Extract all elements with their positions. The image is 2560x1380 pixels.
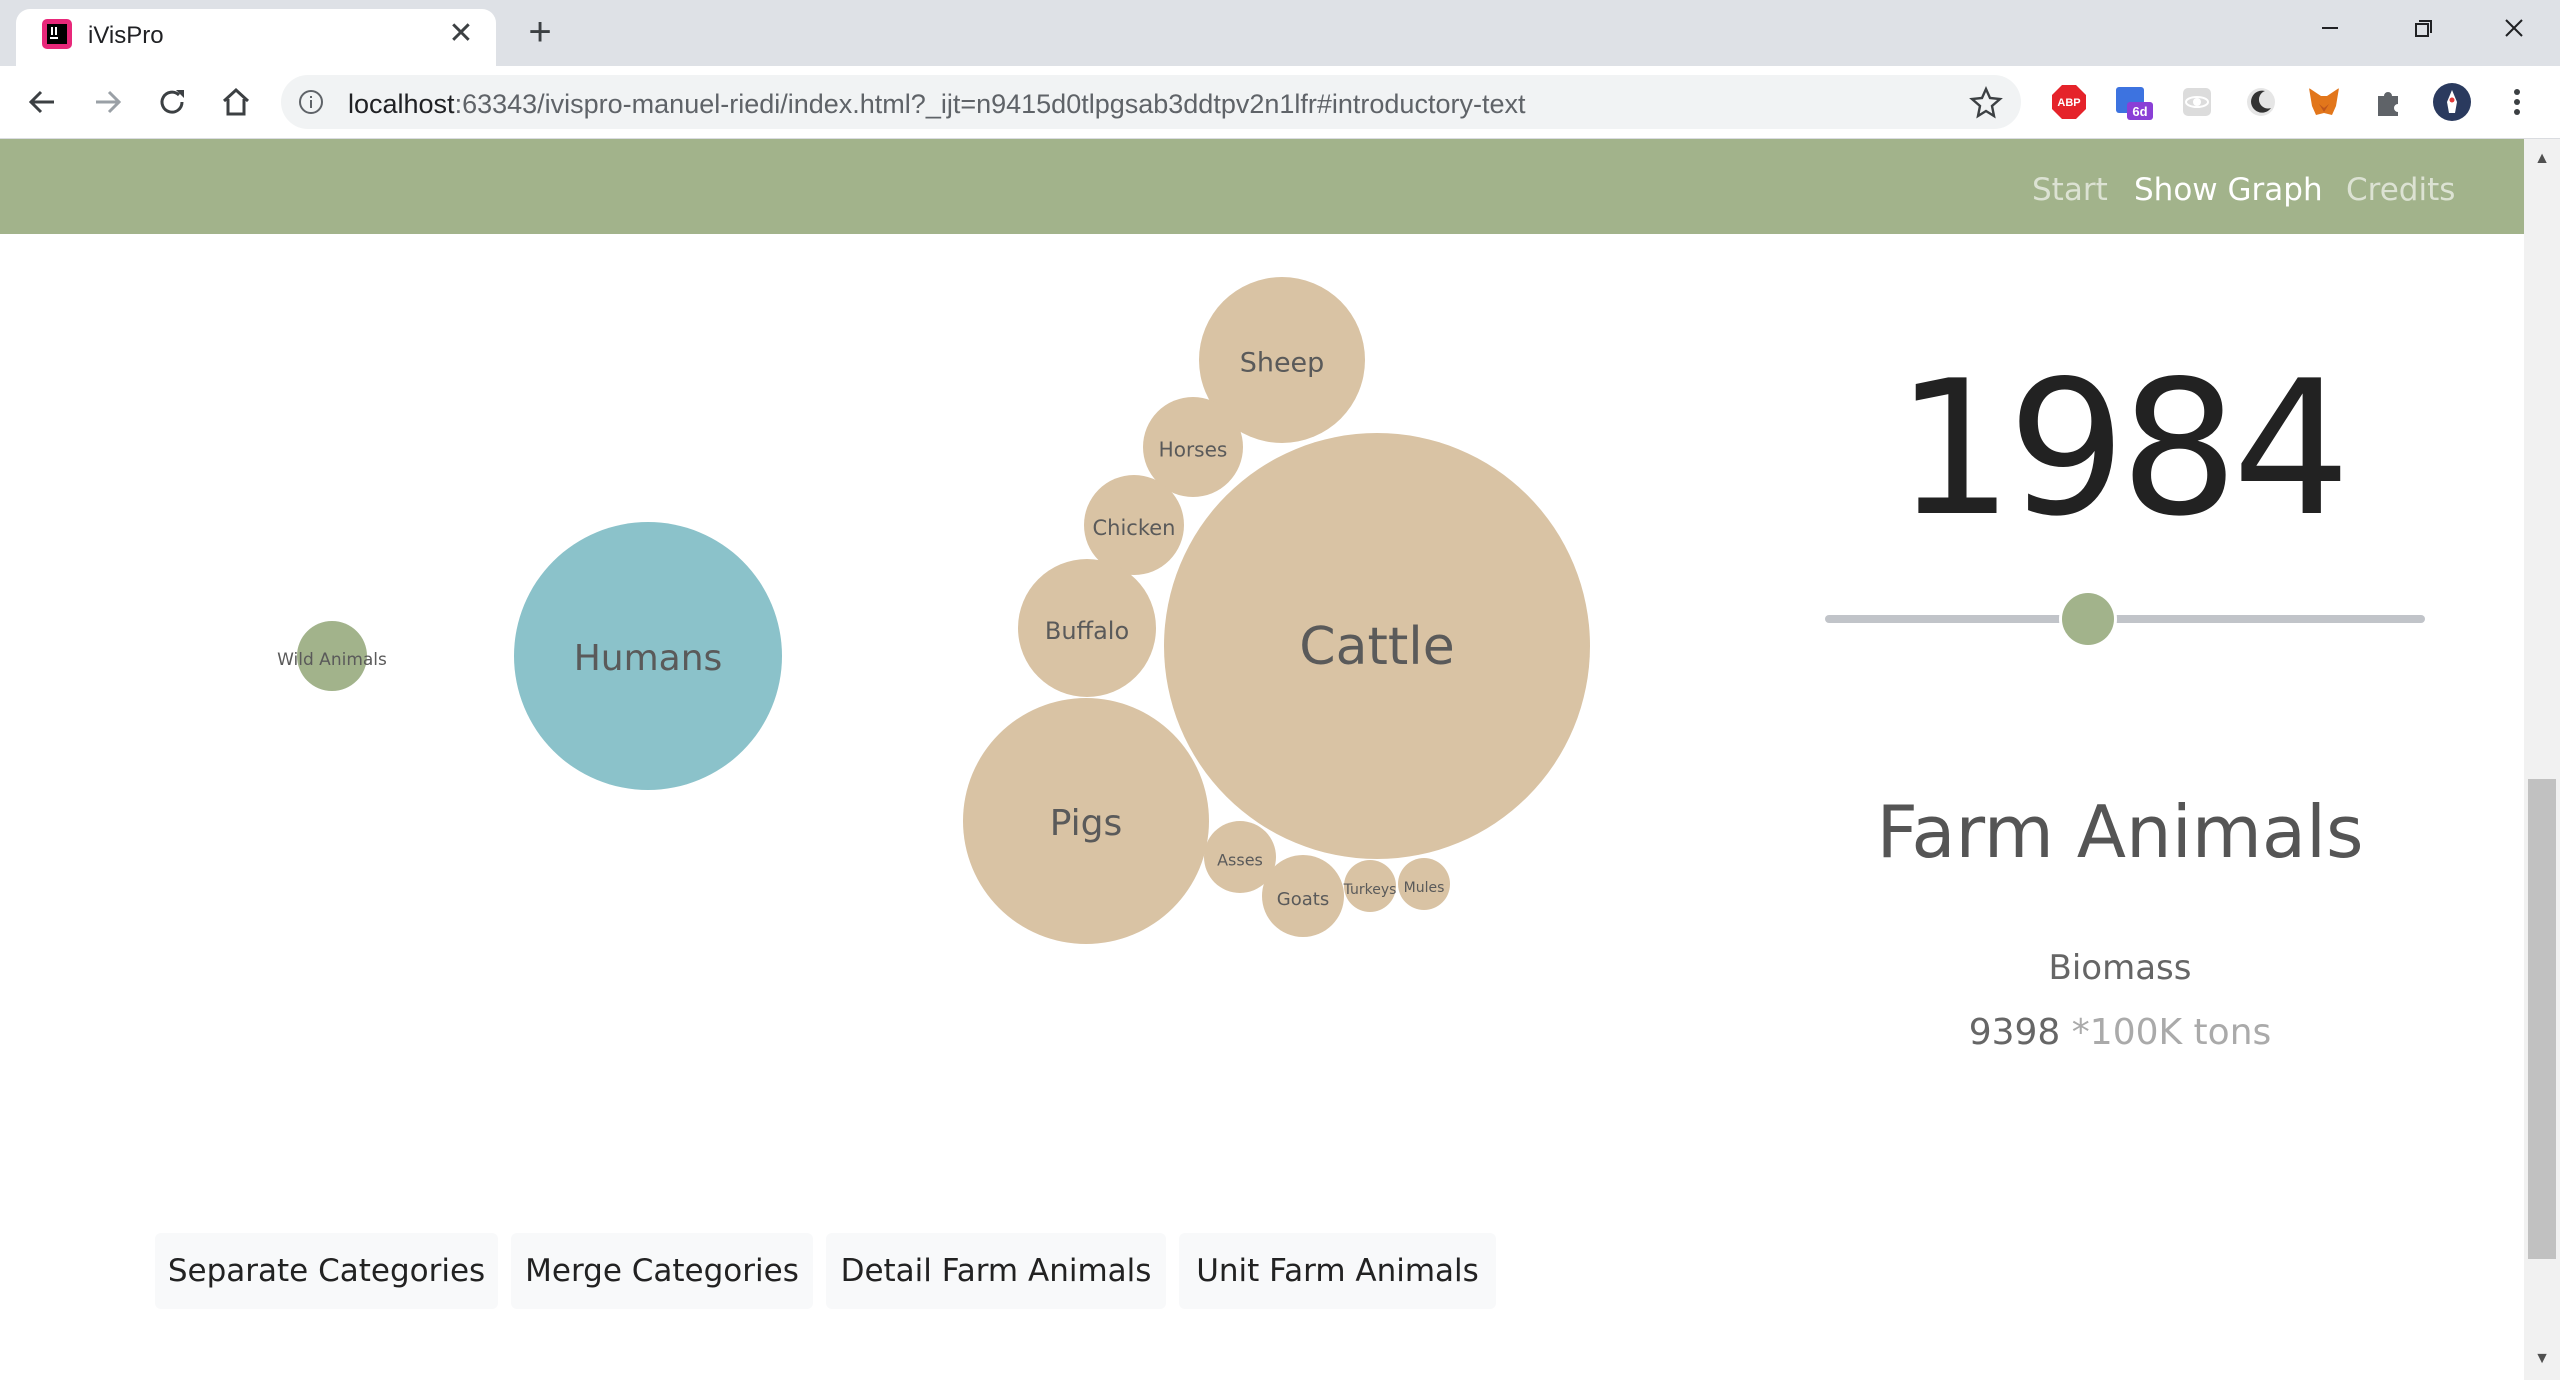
bubble-label-humans: Humans: [574, 638, 723, 679]
nav-link-start[interactable]: Start: [2032, 172, 2108, 208]
home-icon[interactable]: [216, 82, 256, 122]
bubble-label-mules: Mules: [1404, 880, 1445, 896]
bubble-chart: Wild Animals Humans Sheep Horses Chicken Buff…: [277, 277, 1590, 944]
metric-value: 9398: [1968, 1012, 2061, 1053]
calendar-extension-icon[interactable]: 6d: [2113, 82, 2153, 122]
page-scrollbar[interactable]: ▲ ▼: [2524, 139, 2560, 1380]
metric-readout: 9398 *100K tons: [1760, 1012, 2480, 1053]
detail-farm-animals-button[interactable]: Detail Farm Animals: [826, 1233, 1166, 1309]
site-navbar: Start Show Graph Credits: [0, 139, 2524, 234]
bubble-label-pigs: Pigs: [1050, 803, 1123, 844]
metric-label: Biomass: [2048, 948, 2192, 988]
year-slider-thumb[interactable]: [2062, 593, 2114, 645]
bubble-label-chicken: Chicken: [1093, 516, 1176, 540]
extensions-puzzle-icon[interactable]: [2368, 82, 2408, 122]
minimize-icon[interactable]: [2300, 6, 2360, 50]
browser-toolbar: localhost:63343/ivispro-manuel-riedi/ind…: [0, 66, 2560, 139]
window-close-icon[interactable]: [2484, 6, 2544, 50]
tab-title: iVisPro: [88, 22, 164, 49]
separate-categories-button[interactable]: Separate Categories: [155, 1233, 498, 1309]
bubble-label-sheep: Sheep: [1240, 348, 1325, 379]
calendar-badge: 6d: [2132, 104, 2147, 119]
unit-farm-animals-button[interactable]: Unit Farm Animals: [1179, 1233, 1496, 1309]
adblock-label: ABP: [2057, 97, 2080, 109]
browser-tab[interactable]: iVisPro ✕: [16, 9, 496, 66]
bookmark-star-icon[interactable]: [1969, 85, 2003, 119]
intellij-icon: [42, 19, 72, 49]
dark-mode-extension-icon[interactable]: [2241, 82, 2281, 122]
back-arrow-icon[interactable]: [22, 82, 62, 122]
bubble-label-wild-animals: Wild Animals: [277, 650, 387, 670]
merge-categories-button[interactable]: Merge Categories: [511, 1233, 813, 1309]
category-title: Farm Animals: [1876, 790, 2364, 874]
url-text: localhost:63343/ivispro-manuel-riedi/ind…: [348, 89, 1525, 120]
react-extension-icon[interactable]: [2177, 82, 2217, 122]
tab-close-icon[interactable]: ✕: [444, 17, 478, 51]
kebab-menu-icon[interactable]: [2497, 82, 2537, 122]
nav-link-show-graph[interactable]: Show Graph: [2134, 172, 2323, 208]
year-display: 1984: [1895, 340, 2350, 557]
bubble-label-cattle: Cattle: [1299, 617, 1454, 677]
forward-arrow-icon[interactable]: [88, 82, 128, 122]
bubble-label-horses: Horses: [1159, 438, 1228, 462]
url-path: :63343/ivispro-manuel-riedi/index.html?_…: [454, 89, 1526, 119]
reload-icon[interactable]: [152, 82, 192, 122]
metric-unit: *100K tons: [2071, 1012, 2272, 1053]
address-bar[interactable]: localhost:63343/ivispro-manuel-riedi/ind…: [281, 75, 2021, 129]
bubble-label-buffalo: Buffalo: [1045, 617, 1129, 645]
nav-link-credits[interactable]: Credits: [2346, 172, 2455, 208]
metamask-extension-icon[interactable]: [2304, 82, 2344, 122]
bubble-label-asses: Asses: [1217, 851, 1263, 870]
bubble-label-turkeys: Turkeys: [1343, 882, 1397, 898]
info-icon[interactable]: [297, 88, 325, 116]
tab-strip: iVisPro ✕ +: [0, 0, 2560, 66]
bubble-label-goats: Goats: [1277, 889, 1329, 910]
url-host: localhost: [348, 89, 455, 119]
scrollbar-thumb[interactable]: [2528, 779, 2556, 1259]
restore-icon[interactable]: [2393, 6, 2453, 50]
scroll-down-arrow-icon[interactable]: ▼: [2524, 1349, 2560, 1369]
adblock-extension-icon[interactable]: ABP: [2049, 82, 2089, 122]
scroll-up-arrow-icon[interactable]: ▲: [2524, 149, 2560, 169]
year-slider-track[interactable]: [1825, 615, 2425, 623]
new-tab-icon[interactable]: +: [520, 12, 560, 52]
profile-avatar-icon[interactable]: [2432, 82, 2472, 122]
